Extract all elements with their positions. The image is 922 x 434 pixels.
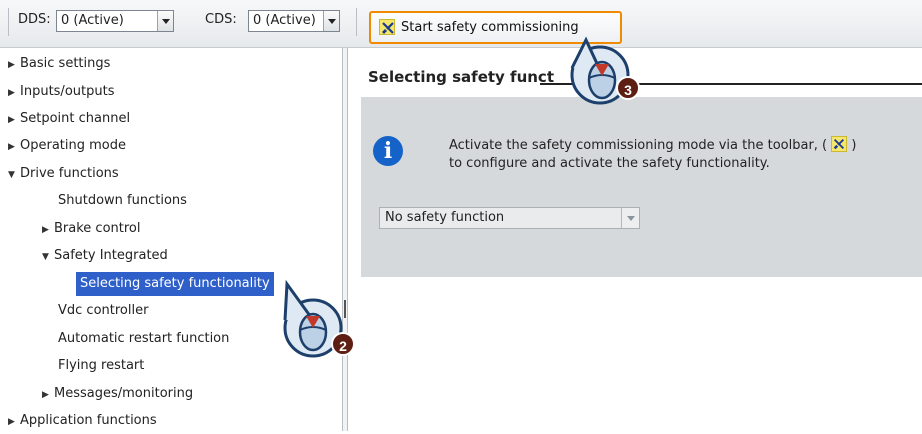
toolbar: DDS: 0 (Active) CDS: 0 (Active) Start sa… bbox=[0, 0, 922, 48]
tree-item-drive-functions[interactable]: ▼ Drive functions bbox=[8, 162, 119, 186]
section-title: Selecting safety funct bbox=[368, 68, 554, 86]
dropdown-value: No safety function bbox=[385, 210, 505, 225]
dds-label: DDS: bbox=[18, 12, 51, 27]
tree-item-label: Selecting safety functionality bbox=[80, 276, 270, 291]
tree-item-label: Brake control bbox=[54, 221, 141, 236]
expand-arrow-icon[interactable]: ▶ bbox=[42, 218, 54, 242]
tree-item-label: Flying restart bbox=[58, 358, 145, 373]
pane-splitter[interactable] bbox=[342, 48, 348, 431]
chevron-down-icon[interactable] bbox=[323, 11, 339, 31]
tree-item-label: Messages/monitoring bbox=[54, 386, 194, 401]
cds-value: 0 (Active) bbox=[253, 13, 316, 28]
toolbar-grip bbox=[8, 8, 9, 36]
info-line-1: Activate the safety commissioning mode v… bbox=[449, 133, 856, 155]
expand-arrow-icon[interactable]: ▶ bbox=[42, 383, 54, 407]
cds-select[interactable]: 0 (Active) bbox=[248, 10, 340, 32]
mouse-pointer-icon bbox=[283, 279, 343, 358]
info-line-2: to configure and activate the safety fun… bbox=[449, 156, 770, 171]
tree-item-flying-restart[interactable]: Flying restart bbox=[58, 354, 144, 378]
tree-item-automatic-restart-function[interactable]: Automatic restart function bbox=[58, 327, 229, 351]
info-icon: i bbox=[373, 136, 403, 166]
navigation-tree: ▶ Basic settings ▶ Inputs/outputs ▶ Setpoin… bbox=[0, 48, 342, 431]
tree-item-messages-monitoring[interactable]: ▶ Messages/monitoring bbox=[42, 382, 193, 406]
dds-select[interactable]: 0 (Active) bbox=[56, 10, 174, 32]
tree-item-label: Drive functions bbox=[20, 166, 119, 181]
tree-item-label: Inputs/outputs bbox=[20, 84, 115, 99]
start-button-label: Start safety commissioning bbox=[401, 20, 579, 35]
info-line-1-end: ) bbox=[851, 138, 857, 153]
tree-item-selecting-safety-functionality[interactable]: Selecting safety functionality bbox=[76, 272, 274, 296]
safety-function-dropdown[interactable]: No safety function bbox=[379, 207, 640, 229]
toolbar-separator bbox=[356, 8, 357, 36]
step-badge: 3 bbox=[616, 76, 640, 100]
expand-arrow-icon[interactable]: ▶ bbox=[8, 81, 20, 105]
mouse-callout-3: 3 bbox=[560, 30, 650, 115]
tree-item-operating-mode[interactable]: ▶ Operating mode bbox=[8, 134, 126, 158]
step-badge: 2 bbox=[331, 332, 355, 356]
collapse-arrow-icon[interactable]: ▼ bbox=[8, 163, 20, 187]
expand-arrow-icon[interactable]: ▶ bbox=[8, 410, 20, 434]
info-message: Activate the safety commissioning mode v… bbox=[449, 133, 856, 173]
collapse-arrow-icon[interactable]: ▼ bbox=[42, 245, 54, 269]
tree-item-safety-integrated[interactable]: ▼ Safety Integrated bbox=[42, 244, 168, 268]
tree-item-label: Setpoint channel bbox=[20, 111, 131, 126]
tree-item-setpoint-channel[interactable]: ▶ Setpoint channel bbox=[8, 107, 130, 131]
info-panel bbox=[361, 97, 922, 277]
tree-item-inputs-outputs[interactable]: ▶ Inputs/outputs bbox=[8, 80, 114, 104]
tree-item-label: Vdc controller bbox=[58, 303, 149, 318]
tree-item-label: Safety Integrated bbox=[54, 248, 168, 263]
safety-tool-icon bbox=[831, 136, 848, 152]
mouse-pointer-icon bbox=[570, 36, 630, 105]
tree-item-label: Operating mode bbox=[20, 138, 126, 153]
expand-arrow-icon[interactable]: ▶ bbox=[8, 53, 20, 77]
info-line-1-text: Activate the safety commissioning mode v… bbox=[449, 138, 828, 153]
tree-item-label: Basic settings bbox=[20, 56, 111, 71]
chevron-down-icon[interactable] bbox=[157, 11, 173, 31]
expand-arrow-icon[interactable]: ▶ bbox=[8, 135, 20, 159]
tree-item-label: Shutdown functions bbox=[58, 193, 187, 208]
mouse-callout-2: 2 bbox=[275, 276, 367, 366]
dds-value: 0 (Active) bbox=[61, 13, 124, 28]
tree-item-basic-settings[interactable]: ▶ Basic settings bbox=[8, 52, 110, 76]
expand-arrow-icon[interactable]: ▶ bbox=[8, 108, 20, 132]
tree-item-brake-control[interactable]: ▶ Brake control bbox=[42, 217, 141, 241]
tree-item-shutdown-functions[interactable]: Shutdown functions bbox=[58, 189, 187, 213]
tree-item-vdc-controller[interactable]: Vdc controller bbox=[58, 299, 148, 323]
chevron-down-icon[interactable] bbox=[621, 208, 639, 228]
tree-item-application-functions[interactable]: ▶ Application functions bbox=[8, 409, 157, 433]
tree-item-label: Automatic restart function bbox=[58, 331, 230, 346]
cds-label: CDS: bbox=[205, 12, 237, 27]
tree-item-label: Application functions bbox=[20, 413, 157, 428]
safety-tool-icon bbox=[379, 19, 395, 35]
